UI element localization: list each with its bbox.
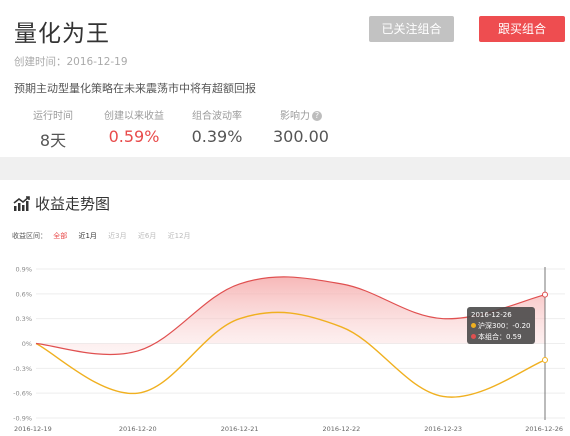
section-header: 收益走势图 bbox=[13, 193, 110, 216]
tooltip-date: 2016-12-26 bbox=[471, 311, 512, 319]
range-option-all[interactable]: 全部 bbox=[53, 232, 67, 240]
section-divider bbox=[0, 157, 570, 180]
stat-volatility: 组合波动率 0.39% bbox=[172, 107, 262, 146]
tooltip-hs300-row: 沪深300：-0.20 bbox=[471, 321, 531, 332]
range-option-1m[interactable]: 近1月 bbox=[78, 232, 96, 240]
stat-influence: 影响力? 300.00 bbox=[256, 107, 346, 146]
y-tick-label: -0.6% bbox=[13, 390, 32, 398]
stat-value: 0.39% bbox=[191, 127, 243, 146]
y-tick-label: -0.9% bbox=[13, 415, 32, 423]
x-tick-label: 2016-12-26 bbox=[525, 425, 563, 433]
range-label: 收益区间： bbox=[12, 232, 47, 240]
follow-buy-button[interactable]: 跟买组合 bbox=[479, 16, 565, 42]
stat-label-text: 影响力 bbox=[280, 111, 310, 122]
portfolio-title: 量化为王 bbox=[14, 21, 110, 47]
portfolio-description: 预期主动型量化策略在未来震荡市中将有超额回报 bbox=[14, 82, 256, 95]
y-tick-label: 0% bbox=[22, 340, 32, 348]
return-trend-chart: 0.9% 0.6% 0.3% 0% -0.3% -0.6% -0.9% 2016-12-19 2… bbox=[13, 266, 565, 433]
y-tick-label: 0.6% bbox=[15, 290, 32, 298]
x-tick-label: 2016-12-22 bbox=[323, 425, 361, 433]
x-tick-label: 2016-12-19 bbox=[14, 425, 52, 433]
trend-chart-icon bbox=[13, 196, 31, 216]
stat-return: 创建以来收益 0.59% bbox=[89, 107, 179, 146]
range-option-12m[interactable]: 近12月 bbox=[168, 232, 191, 240]
y-tick-label: -0.3% bbox=[13, 365, 32, 373]
tooltip-portfolio-row: 本组合：0.59 bbox=[471, 332, 531, 343]
section-title-text: 收益走势图 bbox=[35, 195, 111, 213]
stat-runtime: 运行时间 8天 bbox=[8, 107, 98, 151]
stat-label: 组合波动率 bbox=[192, 111, 242, 122]
hs300-dot-icon bbox=[471, 323, 476, 328]
stat-value: 0.59% bbox=[108, 127, 160, 146]
created-date: 创建时间：2016-12-19 bbox=[14, 56, 128, 68]
y-tick-label: 0.3% bbox=[15, 315, 32, 323]
stat-label: 影响力? bbox=[256, 107, 346, 122]
x-tick-label: 2016-12-20 bbox=[119, 425, 157, 433]
y-tick-label: 0.9% bbox=[15, 266, 32, 274]
hs300-marker bbox=[542, 357, 548, 364]
stat-label: 创建以来收益 bbox=[104, 111, 164, 122]
followed-button[interactable]: 已关注组合 bbox=[369, 16, 454, 42]
tooltip-hs300: 沪深300：-0.20 bbox=[478, 322, 531, 330]
portfolio-marker bbox=[542, 291, 548, 298]
range-selector: 收益区间： 全部 近1月 近3月 近6月 近12月 bbox=[12, 231, 200, 241]
tooltip-portfolio: 本组合：0.59 bbox=[478, 333, 522, 341]
range-option-6m[interactable]: 近6月 bbox=[138, 232, 156, 240]
chart-tooltip: 2016-12-26 沪深300：-0.20 本组合：0.59 bbox=[467, 307, 535, 344]
portfolio-dot-icon bbox=[471, 334, 476, 339]
stat-value: 300.00 bbox=[273, 127, 329, 146]
range-option-3m[interactable]: 近3月 bbox=[108, 232, 126, 240]
stat-label: 运行时间 bbox=[33, 111, 73, 122]
x-tick-label: 2016-12-21 bbox=[221, 425, 259, 433]
x-tick-label: 2016-12-23 bbox=[424, 425, 462, 433]
stat-value: 8天 bbox=[39, 131, 67, 150]
help-icon[interactable]: ? bbox=[312, 111, 322, 121]
